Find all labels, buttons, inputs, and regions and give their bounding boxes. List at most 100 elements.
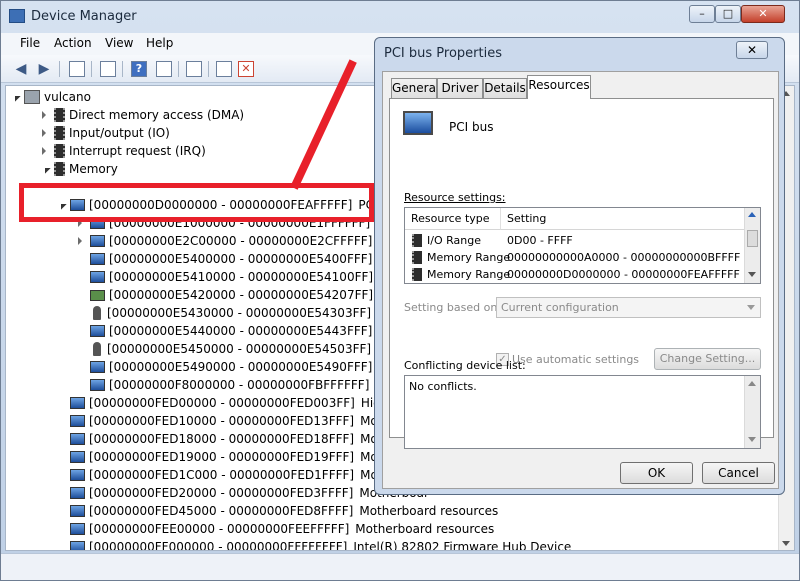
tab-resources[interactable]: Resources bbox=[527, 75, 591, 99]
pci-bus-properties-dialog: PCI bus Properties ✕ General Driver Deta… bbox=[374, 37, 785, 495]
chevron-down-icon bbox=[747, 305, 755, 310]
device-icon bbox=[70, 469, 85, 481]
category-label: Interrupt request (IRQ) bbox=[69, 144, 206, 158]
resource-row[interactable]: Memory Range 00000000D0000000 - 00000000F… bbox=[405, 266, 745, 283]
memory-range: [00000000FED20000 - 00000000FED3FFFF] bbox=[89, 486, 354, 500]
chip-icon bbox=[54, 126, 65, 140]
scroll-down-icon[interactable] bbox=[782, 541, 790, 546]
expand-arrow-icon[interactable] bbox=[78, 237, 82, 245]
chip-icon bbox=[412, 268, 422, 281]
cancel-button[interactable]: Cancel bbox=[702, 462, 775, 484]
device-icon bbox=[70, 415, 85, 427]
memory-range: [00000000E5430000 - 00000000E54303FF] bbox=[107, 306, 372, 320]
expand-arrow-icon[interactable] bbox=[9, 90, 21, 102]
maximize-button[interactable]: □ bbox=[715, 5, 741, 23]
chip-icon bbox=[412, 234, 422, 247]
toolbar-separator bbox=[178, 61, 179, 77]
memory-range: [00000000FED10000 - 00000000FED13FFF] bbox=[89, 414, 355, 428]
view-resources-icon[interactable] bbox=[156, 61, 172, 77]
ok-button[interactable]: OK bbox=[620, 462, 693, 484]
menu-file[interactable]: File bbox=[20, 36, 40, 50]
column-header-type[interactable]: Resource type bbox=[405, 208, 501, 230]
tree-category-memory[interactable]: Memory bbox=[39, 160, 118, 178]
device-icon bbox=[70, 505, 85, 517]
scroll-down-icon[interactable] bbox=[748, 272, 756, 277]
expand-arrow-icon[interactable] bbox=[39, 162, 51, 174]
status-bar bbox=[1, 553, 799, 580]
dialog-close-button[interactable]: ✕ bbox=[736, 41, 768, 59]
menu-action[interactable]: Action bbox=[54, 36, 92, 50]
help-icon[interactable]: ? bbox=[131, 61, 147, 77]
close-button[interactable]: ✕ bbox=[741, 5, 785, 23]
tree-category-irq[interactable]: Interrupt request (IRQ) bbox=[42, 142, 206, 160]
menu-help[interactable]: Help bbox=[146, 36, 173, 50]
device-icon bbox=[70, 433, 85, 445]
resource-row[interactable]: Memory Range 00000000000A0000 - 000000000… bbox=[405, 249, 745, 266]
menu-view[interactable]: View bbox=[105, 36, 133, 50]
device-manager-icon bbox=[9, 9, 25, 23]
tree-row[interactable]: [00000000FED45000 - 00000000FED8FFFF] Mot… bbox=[70, 502, 498, 520]
show-hide-icon[interactable] bbox=[100, 61, 116, 77]
computer-icon bbox=[24, 90, 40, 104]
tab-general[interactable]: General bbox=[391, 78, 439, 99]
conflict-list-label: Conflicting device list: bbox=[404, 359, 526, 372]
back-icon[interactable]: ◀ bbox=[12, 60, 30, 78]
properties-icon[interactable] bbox=[69, 61, 85, 77]
memory-range: [00000000E5450000 - 00000000E54503FF] bbox=[107, 342, 372, 356]
device-icon bbox=[90, 235, 105, 247]
scroll-up-icon[interactable] bbox=[748, 381, 756, 386]
device-icon bbox=[70, 397, 85, 409]
resource-setting: 00000000D0000000 - 00000000FEAFFFFF bbox=[507, 268, 740, 281]
memory-range: [00000000FED00000 - 00000000FED003FF] bbox=[89, 396, 355, 410]
conflict-list: No conflicts. bbox=[404, 375, 761, 449]
memory-range: [00000000E5420000 - 00000000E54207FF] bbox=[109, 288, 374, 302]
toolbar-separator bbox=[59, 61, 60, 77]
tree-category-io[interactable]: Input/output (IO) bbox=[42, 124, 170, 142]
device-label: Motherboard resources bbox=[355, 522, 495, 536]
scan-hardware-icon[interactable] bbox=[186, 61, 202, 77]
tree-category-dma[interactable]: Direct memory access (DMA) bbox=[42, 106, 244, 124]
conflict-text: No conflicts. bbox=[409, 380, 477, 393]
highlight-box bbox=[19, 183, 374, 222]
expand-arrow-icon[interactable] bbox=[42, 147, 46, 155]
expand-arrow-icon[interactable] bbox=[42, 111, 46, 119]
memory-range: [00000000FED19000 - 00000000FED19FFF] bbox=[89, 450, 355, 464]
tree-row[interactable]: [00000000FEE00000 - 00000000FEEFFFFF] Mot… bbox=[70, 520, 494, 538]
chip-icon bbox=[54, 144, 65, 158]
tree-row[interactable]: [00000000FF000000 - 00000000FFFFFFFF] Int… bbox=[70, 538, 571, 551]
column-header-setting[interactable]: Setting bbox=[501, 208, 746, 230]
tab-details[interactable]: Details bbox=[483, 78, 527, 99]
expand-arrow-icon[interactable] bbox=[42, 129, 46, 137]
change-setting-button[interactable]: Change Setting... bbox=[654, 348, 761, 370]
setting-based-on-label: Setting based on: bbox=[404, 301, 501, 314]
resource-type: I/O Range bbox=[427, 234, 481, 247]
scroll-down-icon[interactable] bbox=[748, 437, 756, 442]
toolbar-separator bbox=[208, 61, 209, 77]
category-label: Memory bbox=[69, 162, 118, 176]
network-card-icon bbox=[90, 290, 105, 301]
device-icon bbox=[70, 451, 85, 463]
resource-row[interactable]: I/O Range 0D00 - FFFF bbox=[405, 232, 745, 249]
resource-scrollbar[interactable] bbox=[744, 208, 760, 283]
setting-based-on-select[interactable]: Current configuration bbox=[496, 297, 761, 318]
resource-type: Memory Range bbox=[427, 268, 511, 281]
memory-range: [00000000FF000000 - 00000000FFFFFFFF] bbox=[89, 540, 348, 551]
scroll-up-icon[interactable] bbox=[748, 212, 756, 217]
resource-type: Memory Range bbox=[427, 251, 511, 264]
minimize-button[interactable]: – bbox=[689, 5, 715, 23]
memory-range: [00000000FED45000 - 00000000FED8FFFF] bbox=[89, 504, 354, 518]
tab-driver[interactable]: Driver bbox=[437, 78, 483, 99]
tree-root[interactable]: vulcano bbox=[9, 88, 91, 106]
tree-root-label: vulcano bbox=[44, 90, 91, 104]
resource-setting: 00000000000A0000 - 00000000000BFFFF bbox=[507, 251, 741, 264]
conflict-scrollbar[interactable] bbox=[744, 376, 760, 448]
update-driver-icon[interactable] bbox=[216, 61, 232, 77]
device-icon bbox=[90, 271, 105, 283]
device-name: PCI bus bbox=[449, 120, 494, 134]
scroll-thumb[interactable] bbox=[747, 230, 758, 247]
forward-icon[interactable]: ▶ bbox=[35, 60, 53, 78]
memory-range: [00000000F8000000 - 00000000FBFFFFFF] bbox=[109, 378, 370, 392]
uninstall-icon[interactable]: ✕ bbox=[238, 61, 254, 77]
usb-controller-icon bbox=[93, 342, 101, 356]
chip-icon bbox=[54, 108, 65, 122]
